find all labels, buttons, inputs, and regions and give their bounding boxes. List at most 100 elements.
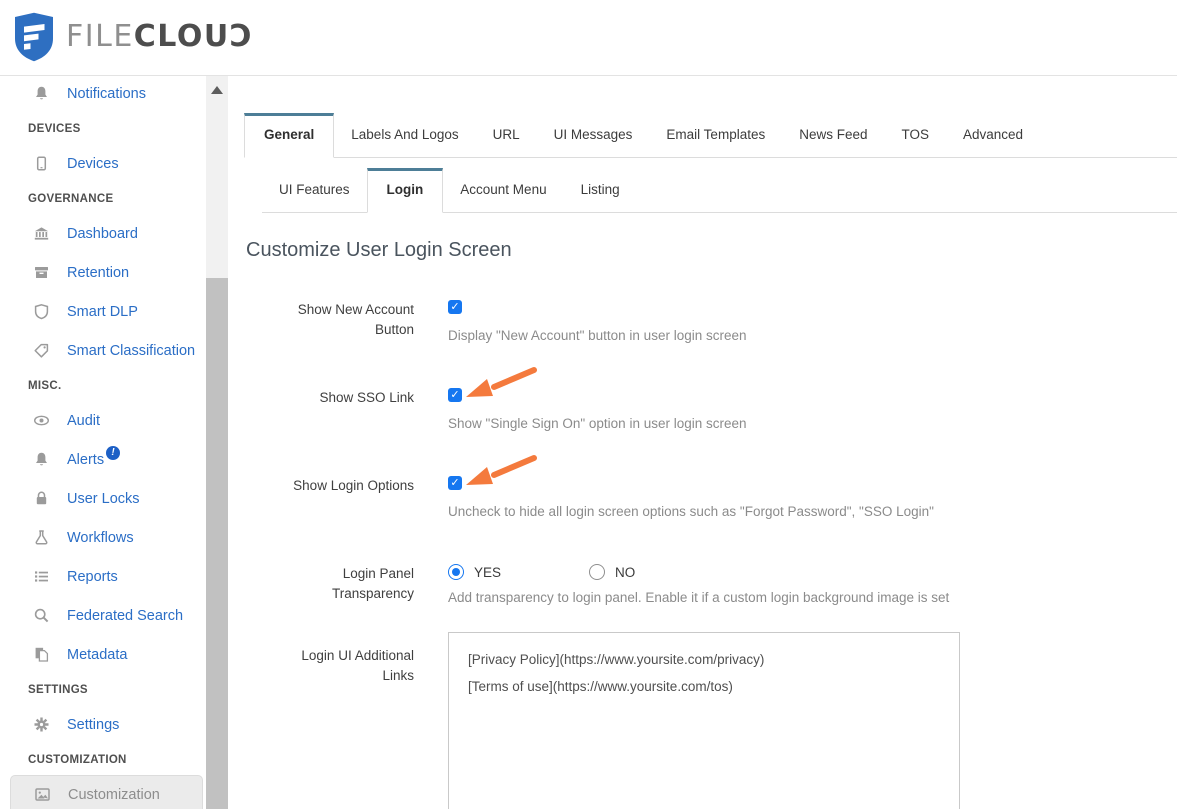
field-help: Add transparency to login panel. Enable …: [448, 588, 949, 608]
radio-yes[interactable]: [448, 564, 464, 580]
tab-account-menu[interactable]: Account Menu: [443, 168, 563, 212]
shield-icon: [33, 303, 50, 320]
sidebar-section-devices: DEVICES: [0, 113, 206, 144]
sidebar-section-settings: SETTINGS: [0, 674, 206, 705]
sidebar-section-misc: MISC.: [0, 370, 206, 401]
tab-tos[interactable]: TOS: [885, 113, 947, 157]
filecloud-logo: FILECLOUƆ: [14, 12, 253, 62]
sidebar-item-reports[interactable]: Reports: [10, 557, 203, 596]
login-panel-transparency-label: Login Panel Transparency: [244, 564, 414, 608]
sidebar-item-workflows[interactable]: Workflows: [10, 518, 203, 557]
admin-sidebar: NotificationsDEVICESDevicesGOVERNANCEDas…: [0, 76, 206, 809]
radio-no[interactable]: [589, 564, 605, 580]
tab-ui-messages[interactable]: UI Messages: [537, 113, 650, 157]
login-ui-additional-links-control: [448, 632, 960, 809]
annotation-arrow: [460, 454, 538, 488]
bank-icon: [33, 225, 50, 242]
login-panel-transparency-option-no[interactable]: NO: [589, 564, 635, 580]
show-login-options-label: Show Login Options: [244, 476, 414, 522]
scroll-up-icon: [211, 86, 223, 94]
gear-icon: [33, 716, 50, 733]
sidebar-item-label: Customization: [68, 787, 160, 803]
sidebar-item-alerts[interactable]: Alerts!: [10, 440, 203, 479]
sidebar-item-metadata[interactable]: Metadata: [10, 635, 203, 674]
tablet-icon: [33, 155, 50, 172]
sidebar-item-label: Reports: [67, 569, 118, 585]
archive-icon: [33, 264, 50, 281]
tab-ui-features[interactable]: UI Features: [262, 168, 367, 212]
page-title: Customize User Login Screen: [246, 237, 1177, 263]
tab-email-templates[interactable]: Email Templates: [649, 113, 782, 157]
secondary-tabs: UI FeaturesLoginAccount MenuListing: [262, 168, 1177, 213]
show-sso-link-checkbox[interactable]: ✓: [448, 388, 462, 402]
primary-tabs: GeneralLabels And LogosURLUI MessagesEma…: [244, 113, 1177, 158]
sidebar-item-label: Settings: [67, 717, 119, 733]
tab-general[interactable]: General: [244, 113, 334, 158]
login-ui-additional-links-textarea[interactable]: [448, 632, 960, 809]
sidebar-item-label: Retention: [67, 265, 129, 281]
field-help: Display "New Account" button in user log…: [448, 326, 747, 346]
show-login-options-checkbox[interactable]: ✓: [448, 476, 462, 490]
sidebar-section-customization: CUSTOMIZATION: [0, 744, 206, 775]
tab-labels-and-logos[interactable]: Labels And Logos: [334, 113, 475, 157]
scroll-up-button[interactable]: [206, 76, 228, 104]
sidebar-item-dashboard[interactable]: Dashboard: [10, 214, 203, 253]
sidebar-item-customization[interactable]: Customization: [10, 775, 203, 809]
sidebar-item-smart-dlp[interactable]: Smart DLP: [10, 292, 203, 331]
image-icon: [34, 786, 51, 803]
tag-icon: [33, 342, 50, 359]
brand-wordmark: FILECLOUƆ: [66, 12, 253, 62]
sidebar-item-label: Devices: [67, 156, 119, 172]
sidebar-item-audit[interactable]: Audit: [10, 401, 203, 440]
sidebar-item-retention[interactable]: Retention: [10, 253, 203, 292]
sidebar-item-label: User Locks: [67, 491, 140, 507]
sidebar-item-federated-search[interactable]: Federated Search: [10, 596, 203, 635]
app-header: FILECLOUƆ: [0, 0, 1177, 76]
sidebar-item-label: Smart Classification: [67, 343, 195, 359]
sidebar-scrollbar-track[interactable]: [206, 76, 228, 809]
sidebar-item-label: Alerts: [67, 452, 104, 468]
login-panel-transparency-option-yes[interactable]: YES: [448, 564, 501, 580]
eye-icon: [33, 412, 50, 429]
sidebar-item-label: Audit: [67, 413, 100, 429]
search-icon: [33, 607, 50, 624]
tab-listing[interactable]: Listing: [564, 168, 637, 212]
sidebar-item-notifications[interactable]: Notifications: [10, 76, 203, 113]
show-new-account-button-checkbox[interactable]: ✓: [448, 300, 462, 314]
sidebar-nav-list: NotificationsDEVICESDevicesGOVERNANCEDas…: [0, 76, 206, 809]
tab-news-feed[interactable]: News Feed: [782, 113, 884, 157]
sidebar-item-label: Notifications: [67, 86, 146, 102]
login-ui-additional-links-label: Login UI Additional Links: [244, 632, 414, 809]
sidebar-item-user-locks[interactable]: User Locks: [10, 479, 203, 518]
show-sso-link-label: Show SSO Link: [244, 388, 414, 434]
sidebar-item-label: Dashboard: [67, 226, 138, 242]
show-new-account-button-control: ✓ Display "New Account" button in user lo…: [448, 300, 747, 346]
show-sso-link-control: ✓Show "Single Sign On" option in user lo…: [448, 388, 747, 434]
form-row-show-sso-link: Show SSO Link ✓Show "Single Sign On" opti…: [244, 388, 1177, 434]
main-content: GeneralLabels And LogosURLUI MessagesEma…: [244, 76, 1177, 809]
bell-icon: [33, 451, 50, 468]
show-new-account-button-label: Show New Account Button: [244, 300, 414, 346]
sidebar-item-settings[interactable]: Settings: [10, 705, 203, 744]
tab-url[interactable]: URL: [476, 113, 537, 157]
flask-icon: [33, 529, 50, 546]
list-icon: [33, 568, 50, 585]
form-row-login-ui-additional-links: Login UI Additional Links: [244, 632, 1177, 809]
annotation-arrow: [460, 366, 538, 400]
tab-login[interactable]: Login: [367, 168, 444, 213]
tab-advanced[interactable]: Advanced: [946, 113, 1040, 157]
sidebar-item-label: Federated Search: [67, 608, 183, 624]
sidebar-item-devices[interactable]: Devices: [10, 144, 203, 183]
alerts-badge: !: [106, 446, 120, 460]
brand-d: Ɔ: [230, 19, 254, 54]
scrollbar-thumb[interactable]: [206, 278, 228, 809]
sidebar-item-label: Smart DLP: [67, 304, 138, 320]
sidebar-item-smart-classification[interactable]: Smart Classification: [10, 331, 203, 370]
radio-label: NO: [615, 565, 635, 580]
brand-file: FILE: [66, 19, 134, 54]
login-screen-form: Show New Account Button ✓ Display "New Acc…: [244, 300, 1177, 809]
form-row-show-login-options: Show Login Options✓Uncheck to hide all l…: [244, 476, 1177, 522]
login-panel-transparency-options: YES NO: [448, 564, 949, 580]
brand-cloud: CLOU: [134, 19, 230, 54]
copy-icon: [33, 646, 50, 663]
